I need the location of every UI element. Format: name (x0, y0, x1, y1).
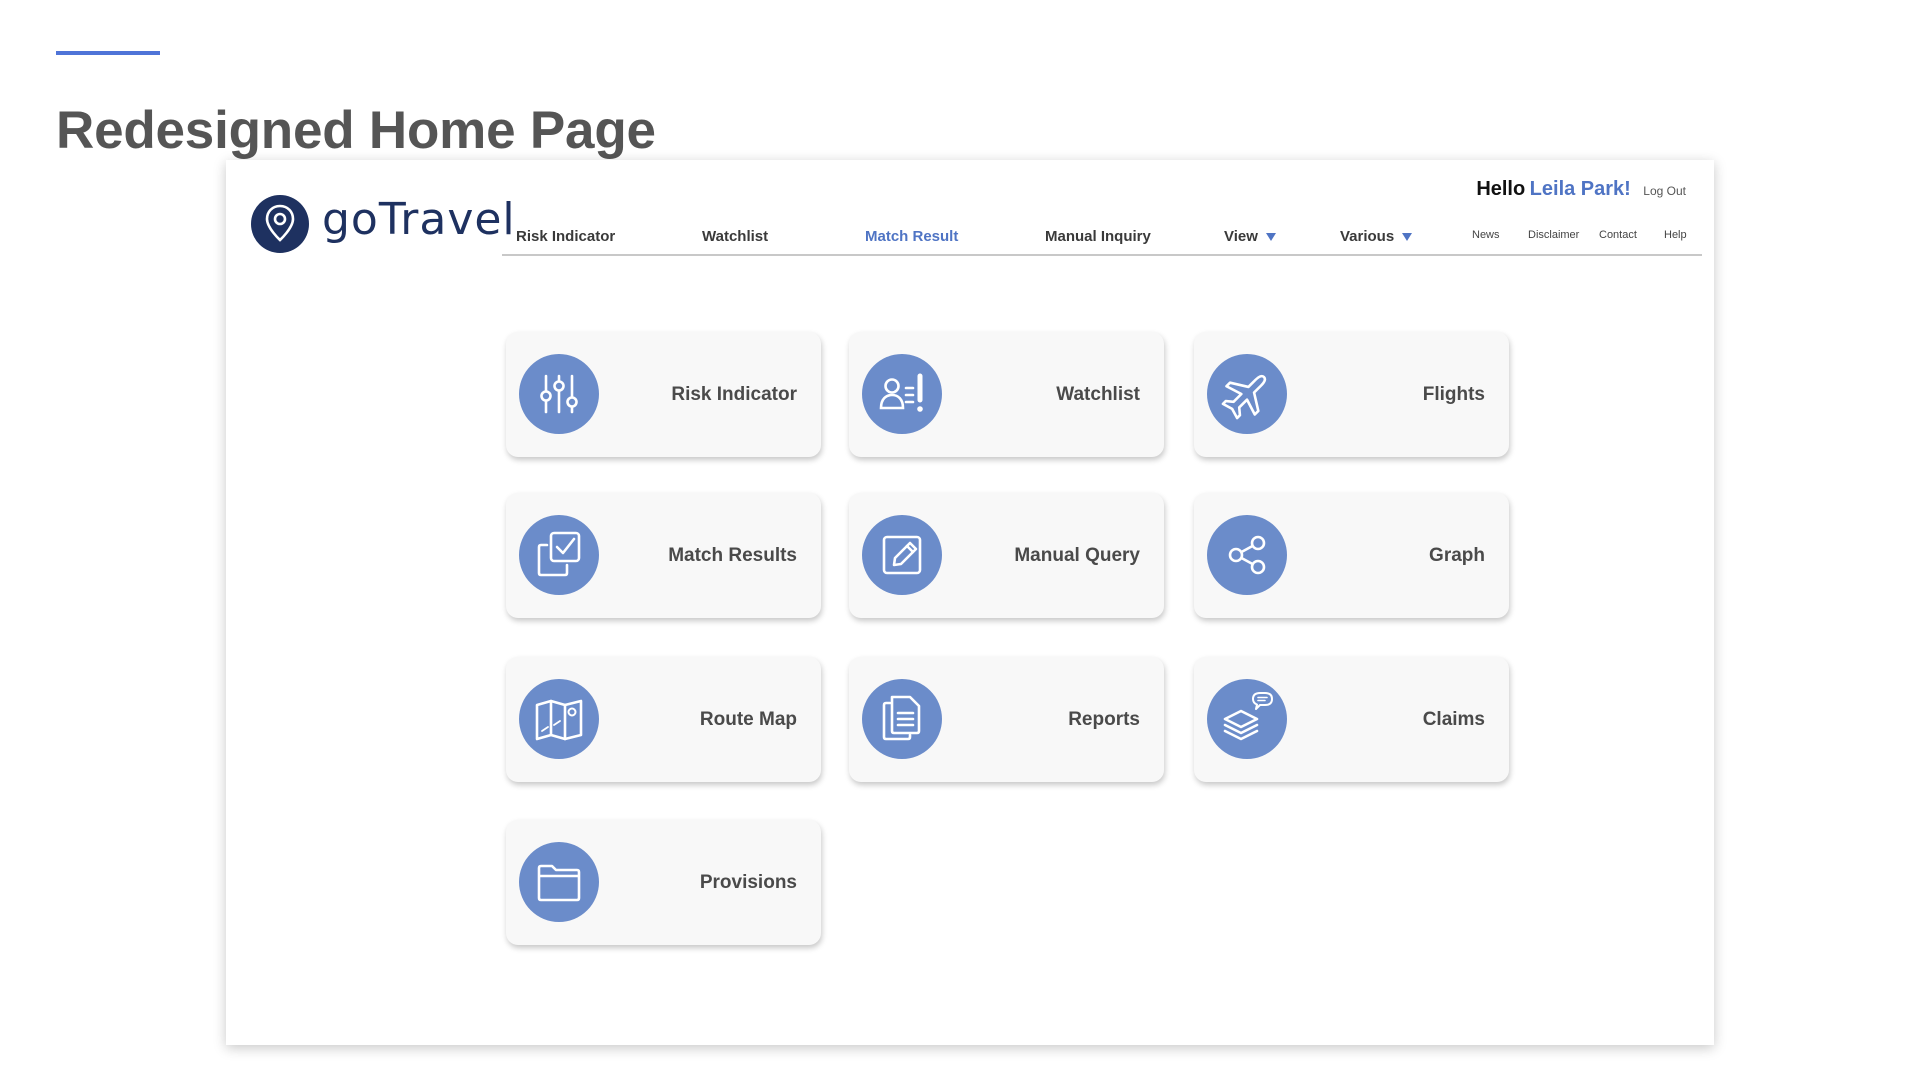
nav-news[interactable]: News (1472, 229, 1500, 241)
tile-claims[interactable]: Claims (1194, 657, 1509, 782)
nav-help[interactable]: Help (1664, 229, 1687, 241)
tile-label: Graph (1429, 545, 1485, 566)
nav-various-label: Various (1340, 228, 1395, 245)
copy-check-icon (537, 531, 581, 577)
tile-label: Flights (1422, 384, 1485, 405)
layers-chat-icon (1223, 692, 1273, 741)
tile-label: Risk Indicator (671, 384, 797, 405)
tile-label: Provisions (699, 872, 797, 893)
nav-watchlist[interactable]: Watchlist (702, 228, 768, 245)
sliders-icon (540, 374, 578, 414)
slide-title: Redesigned Home Page (56, 101, 656, 160)
map-icon (535, 699, 583, 741)
tile-flights[interactable]: Flights (1194, 332, 1509, 457)
tile-risk-indicator[interactable]: Risk Indicator (506, 332, 821, 457)
nav-manual-inquiry[interactable]: Manual Inquiry (1045, 228, 1151, 245)
tile-provisions[interactable]: Provisions (506, 820, 821, 945)
tile-reports[interactable]: Reports (849, 657, 1164, 782)
nav-view-label: View (1224, 228, 1258, 245)
brand-logo[interactable]: goTravel (250, 194, 515, 258)
tile-label: Watchlist (1056, 384, 1140, 405)
nav-view-dropdown[interactable]: View (1224, 228, 1276, 245)
user-greeting: Hello Leila Park! Log Out (1476, 178, 1686, 201)
tile-label: Manual Query (1014, 545, 1140, 566)
nav-contact[interactable]: Contact (1599, 229, 1637, 241)
top-nav: Risk Indicator Watchlist Match Result Ma… (502, 222, 1702, 256)
tile-manual-query[interactable]: Manual Query (849, 493, 1164, 618)
brand-name: goTravel (322, 194, 516, 245)
person-alert-icon (879, 373, 923, 412)
greeting-hello: Hello (1476, 178, 1526, 200)
greeting-user-name: Leila Park! (1529, 178, 1631, 200)
tile-watchlist[interactable]: Watchlist (849, 332, 1164, 457)
nav-disclaimer[interactable]: Disclaimer (1528, 229, 1579, 241)
edit-icon (882, 535, 922, 575)
tile-label: Route Map (699, 709, 797, 730)
share-icon (1228, 535, 1266, 575)
airplane-icon (1221, 374, 1267, 420)
nav-risk-indicator[interactable]: Risk Indicator (516, 228, 615, 245)
tile-graph[interactable]: Graph (1194, 493, 1509, 618)
tile-route-map[interactable]: Route Map (506, 657, 821, 782)
caret-down-icon (1265, 233, 1276, 242)
folder-icon (537, 864, 581, 902)
nav-various-dropdown[interactable]: Various (1340, 228, 1413, 245)
caret-down-icon (1402, 233, 1413, 242)
tile-label: Match Results (668, 545, 797, 566)
logout-link[interactable]: Log Out (1643, 184, 1686, 198)
nav-match-result[interactable]: Match Result (865, 228, 958, 245)
location-pin-icon (251, 195, 309, 253)
document-icon (882, 695, 921, 741)
app-window: goTravel Hello Leila Park! Log Out Risk … (226, 160, 1714, 1045)
tile-match-results[interactable]: Match Results (506, 493, 821, 618)
tile-label: Reports (1068, 709, 1140, 730)
tile-label: Claims (1422, 709, 1485, 730)
slide-accent-line (56, 51, 160, 55)
